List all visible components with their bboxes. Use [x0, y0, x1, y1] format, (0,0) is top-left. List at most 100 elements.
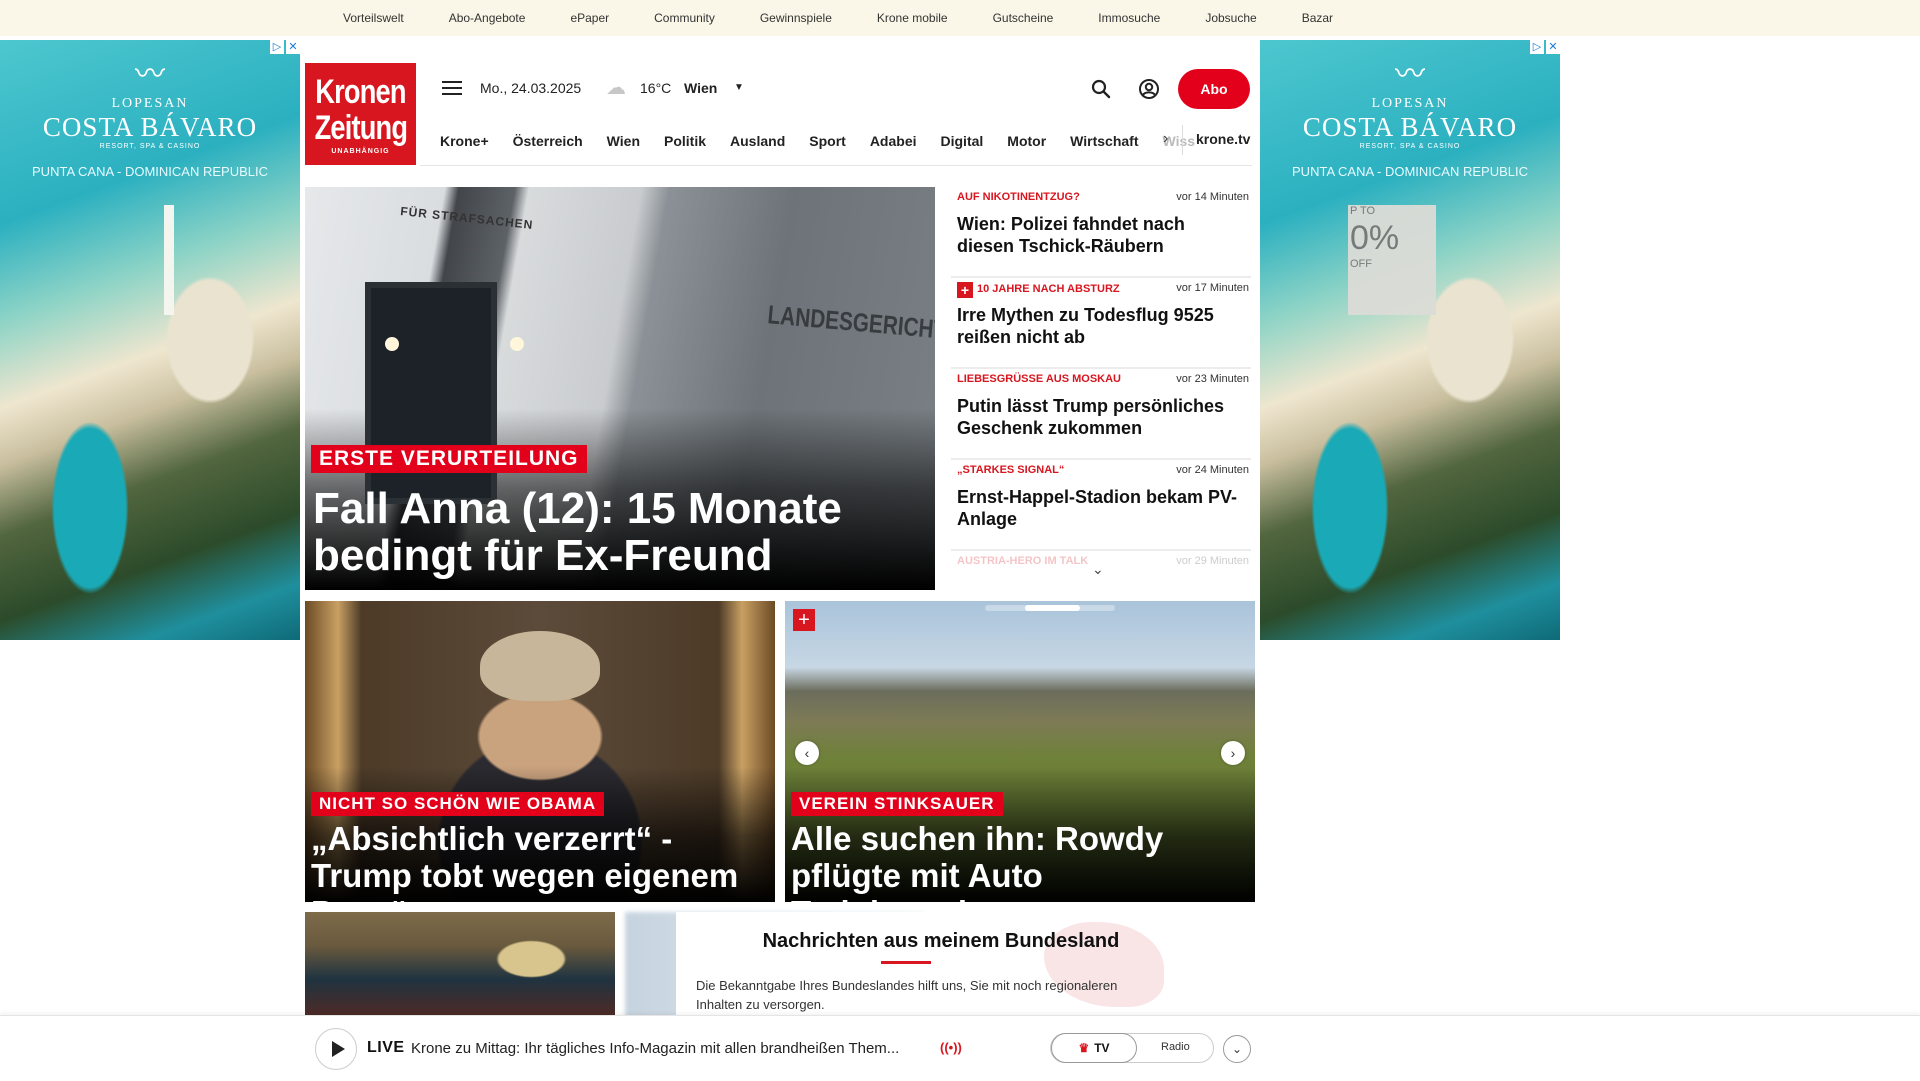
top-link-epaper[interactable]: ePaper	[570, 11, 609, 25]
nav-item-oesterreich[interactable]: Österreich	[513, 133, 583, 149]
ad-choices[interactable]: ▷ ✕	[1530, 40, 1560, 54]
abo-button[interactable]: Abo	[1178, 69, 1250, 109]
list-item[interactable]: +10 JAHRE NACH ABSTURZ vor 17 Minuten Ir…	[951, 278, 1251, 369]
city-selector[interactable]: Wien	[684, 80, 717, 96]
list-item-headline[interactable]: Wien: Polizei fahndet nach diesen Tschic…	[957, 213, 1242, 257]
hero-image-lamp	[510, 337, 524, 351]
hero-kicker: ERSTE VERURTEILUNG	[311, 445, 587, 473]
list-item-headline[interactable]: Irre Mythen zu Todesflug 9525 reißen nic…	[957, 304, 1242, 348]
top-link-krone-mobile[interactable]: Krone mobile	[877, 11, 948, 25]
list-item-time: vor 24 Minuten	[1176, 464, 1249, 476]
ad-right-banner[interactable]: ▷ ✕ 〰 LOPESAN COSTA BÁVARO RESORT, SPA &…	[1260, 40, 1560, 640]
crown-icon: ♛	[1078, 1041, 1090, 1055]
list-item[interactable]: AUF NIKOTINENTZUG? vor 14 Minuten Wien: …	[951, 187, 1251, 278]
ad-close-icon[interactable]: ✕	[1546, 40, 1560, 54]
live-label: LIVE	[367, 1039, 405, 1056]
expand-chevron-icon[interactable]: ⌄	[1223, 1035, 1251, 1063]
chevron-down-icon[interactable]: ▼	[734, 82, 744, 93]
nav-item-politik[interactable]: Politik	[664, 133, 706, 149]
nav-item-krone-tv[interactable]: krone.tv	[1196, 131, 1250, 147]
nav-item-adabei[interactable]: Adabei	[870, 133, 917, 149]
ad-promo-box: P TO 0% OFF	[1348, 205, 1436, 315]
header-divider	[420, 165, 1252, 166]
article-card[interactable]: + ‹ › VEREIN STINKSAUER Alle suchen ihn:…	[785, 601, 1255, 902]
hero-article[interactable]: FÜR STRAFSACHEN LANDESGERICHT ERSTE VERU…	[305, 187, 935, 590]
ad-info-icon[interactable]: ▷	[270, 40, 284, 54]
ad-tagline: RESORT, SPA & CASINO	[1359, 143, 1461, 150]
bundesland-text: Die Bekanntgabe Ihres Bundeslandes hilft…	[696, 978, 1118, 1012]
article-card[interactable]: NICHT SO SCHÖN WIE OBAMA „Absichtlich ve…	[305, 601, 775, 902]
list-item[interactable]: LIEBESGRÜSSE AUS MOSKAU vor 23 Minuten P…	[951, 369, 1251, 460]
nav-item-wien[interactable]: Wien	[607, 133, 640, 149]
hamburger-menu-icon[interactable]	[442, 81, 462, 97]
ad-choices[interactable]: ▷ ✕	[270, 40, 300, 54]
list-item-time: vor 14 Minuten	[1176, 191, 1249, 203]
live-player-bar: LIVE Krone zu Mittag: Ihr tägliches Info…	[0, 1015, 1920, 1081]
ad-logo: 〰 LOPESAN COSTA BÁVARO RESORT, SPA & CAS…	[1260, 58, 1560, 180]
ad-promo-top: P TO	[1350, 205, 1376, 217]
hero-image-sign: FÜR STRAFSACHEN	[399, 204, 535, 232]
top-link-jobsuche[interactable]: Jobsuche	[1205, 11, 1256, 25]
ad-promo-strip	[164, 205, 174, 315]
hero-image-lamp	[385, 337, 399, 351]
list-item-kicker: +10 JAHRE NACH ABSTURZ	[957, 282, 1120, 298]
top-link-bazar[interactable]: Bazar	[1302, 11, 1333, 25]
main-nav: Krone+ Österreich Wien Politik Ausland S…	[440, 121, 1199, 161]
ad-info-icon[interactable]: ▷	[1530, 40, 1544, 54]
krone-plus-icon: +	[793, 609, 815, 631]
top-link-community[interactable]: Community	[654, 11, 715, 25]
user-account-icon[interactable]	[1138, 78, 1160, 100]
radio-toggle[interactable]: Radio	[1161, 1041, 1190, 1053]
hero-image-sign: LANDESGERICHT	[766, 299, 935, 345]
marlin-icon: 〰	[1395, 58, 1425, 91]
ad-name: COSTA BÁVARO	[42, 112, 258, 142]
portrait-image	[480, 631, 600, 701]
nav-item-motor[interactable]: Motor	[1007, 133, 1046, 149]
ad-name: COSTA BÁVARO	[1302, 112, 1518, 142]
card-kicker: VEREIN STINKSAUER	[791, 792, 1003, 816]
broadcast-icon: ((•))	[940, 1040, 962, 1055]
top-link-abo-angebote[interactable]: Abo-Angebote	[449, 11, 526, 25]
top-link-immosuche[interactable]: Immosuche	[1098, 11, 1160, 25]
list-item-time: vor 17 Minuten	[1176, 282, 1249, 294]
carousel-prev-icon[interactable]: ‹	[795, 741, 819, 765]
title-underline	[881, 961, 931, 964]
tv-toggle[interactable]: ♛ TV	[1051, 1033, 1137, 1063]
cloud-icon: ☁	[606, 77, 626, 99]
temperature: 16°C	[640, 80, 672, 96]
list-item-kicker: AUSTRIA-HERO IM TALK	[957, 555, 1089, 567]
ad-location: PUNTA CANA - DOMINICAN REPUBLIC	[1292, 164, 1528, 179]
play-button[interactable]	[315, 1028, 357, 1070]
list-item-time: vor 23 Minuten	[1176, 373, 1249, 385]
nav-divider	[1182, 125, 1183, 155]
nav-item-ausland[interactable]: Ausland	[730, 133, 785, 149]
top-link-gewinnspiele[interactable]: Gewinnspiele	[760, 11, 832, 25]
hero-headline[interactable]: Fall Anna (12): 15 Monate bedingt für Ex…	[313, 485, 923, 579]
card-headline[interactable]: „Absichtlich verzerrt“ - Trump tobt wege…	[311, 820, 771, 902]
list-item-headline[interactable]: Ernst-Happel-Stadion bekam PV-Anlage	[957, 486, 1242, 530]
ad-tagline: RESORT, SPA & CASINO	[99, 143, 201, 150]
current-date: Mo., 24.03.2025	[480, 80, 582, 96]
scroll-down-chevron-icon[interactable]: ⌄	[1092, 561, 1104, 578]
tv-radio-switch[interactable]: ♛ TV Radio	[1050, 1033, 1214, 1063]
list-item[interactable]: „STARKES SIGNAL“ vor 24 Minuten Ernst-Ha…	[951, 460, 1251, 551]
ad-left-banner[interactable]: ▷ ✕ 〰 LOPESAN COSTA BÁVARO RESORT, SPA &…	[0, 40, 300, 640]
nav-item-sport[interactable]: Sport	[809, 133, 846, 149]
ad-close-icon[interactable]: ✕	[286, 40, 300, 54]
chevron-right-icon[interactable]: ›	[1163, 130, 1168, 148]
site-logo[interactable]: Kronen Zeitung UNABHÄNGIG	[305, 63, 416, 165]
nav-item-digital[interactable]: Digital	[941, 133, 984, 149]
top-link-vorteilswelt[interactable]: Vorteilswelt	[343, 11, 404, 25]
list-item-time: vor 29 Minuten	[1176, 555, 1249, 567]
nav-item-krone-plus[interactable]: Krone+	[440, 133, 489, 149]
top-link-gutscheine[interactable]: Gutscheine	[993, 11, 1054, 25]
carousel-next-icon[interactable]: ›	[1221, 741, 1245, 765]
player-title[interactable]: Krone zu Mittag: Ihr tägliches Info-Maga…	[411, 1040, 931, 1057]
card-headline[interactable]: Alle suchen ihn: Rowdy pflügte mit Auto …	[791, 820, 1251, 902]
search-icon[interactable]	[1090, 78, 1112, 100]
list-item-kicker: „STARKES SIGNAL“	[957, 464, 1065, 476]
nav-item-wirtschaft[interactable]: Wirtschaft	[1070, 133, 1138, 149]
list-item-kicker: LIEBESGRÜSSE AUS MOSKAU	[957, 373, 1122, 385]
list-item-headline[interactable]: Putin lässt Trump persönliches Geschenk …	[957, 395, 1242, 439]
logo-sub: UNABHÄNGIG	[331, 147, 390, 155]
